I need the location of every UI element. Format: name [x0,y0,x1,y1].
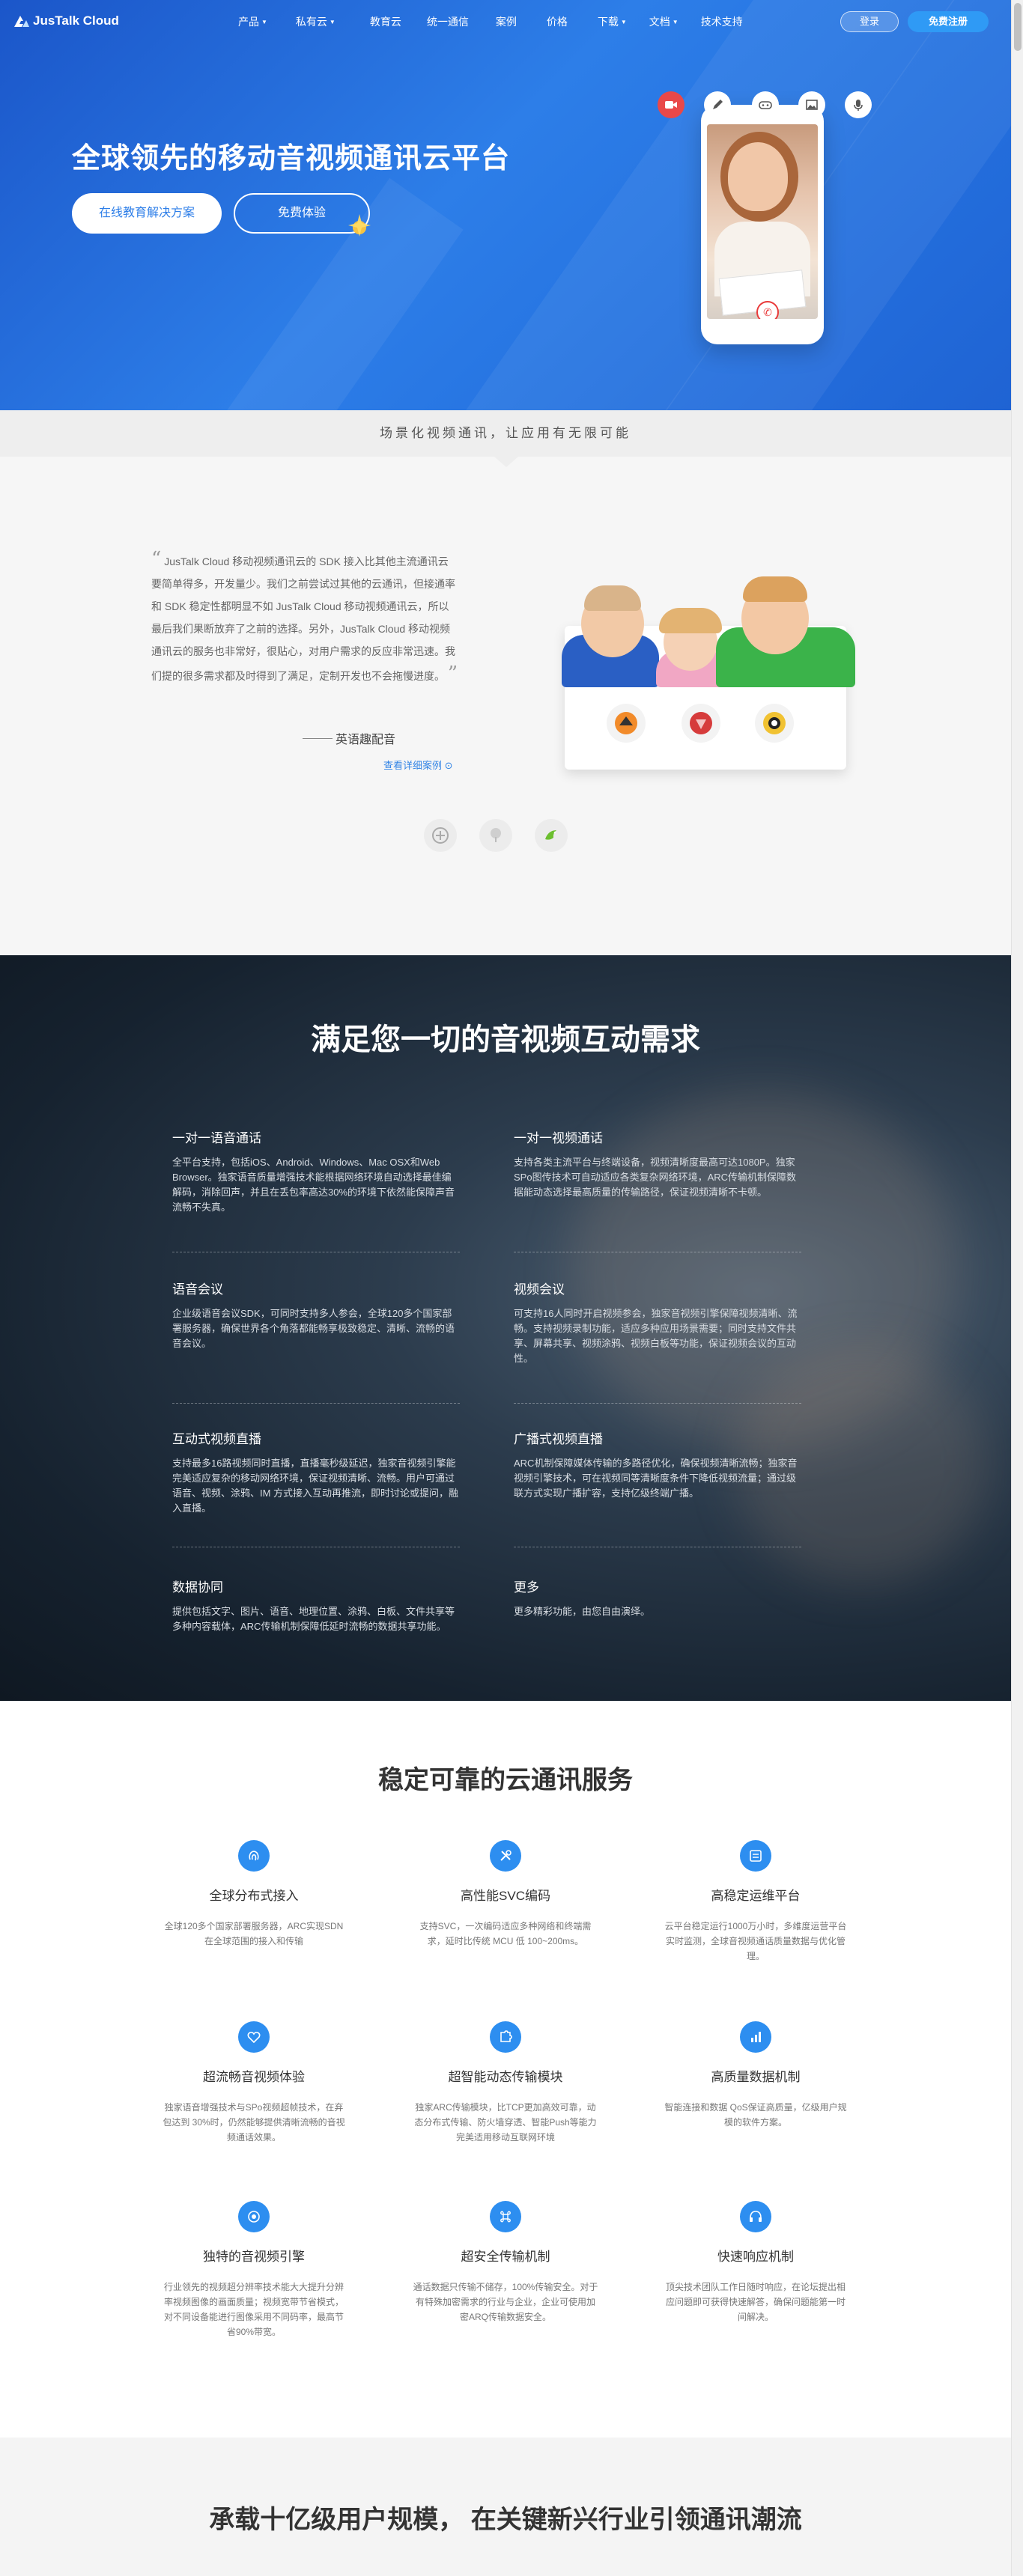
nav-item-cases[interactable]: 案例 [496,14,517,29]
client-logo-1[interactable] [424,819,457,852]
tree-icon [491,828,501,842]
video-call-preview: ✆ [707,124,818,319]
video-icon[interactable] [658,91,684,118]
testimonial-quote: “ JusTalk Cloud 移动视频通讯云的 SDK 接入比其他主流通讯云要… [151,548,458,687]
service-global-access: 全球分布式接入 全球120多个国家部署服务器，ARC实现SDN在全球范围的接入和传… [160,1840,347,1949]
service-fast-response: 快速响应机制 顶尖技术团队工作日随时响应，在论坛提出相应问题即可获得快速解答，确保… [662,2201,849,2324]
caret-down-icon: ▼ [620,18,627,25]
quote-close-icon: ” [447,663,458,685]
fingerprint-icon [238,1840,270,1872]
divider [514,1403,801,1404]
logo-text: JusTalk Cloud [33,13,119,28]
logo-icon [14,16,29,27]
nav-item-support[interactable]: 技术支持 [701,14,743,29]
logo[interactable]: JusTalk Cloud [13,13,119,28]
plus-circle-icon [432,827,449,844]
tagline-bar: 场景化视频通讯，让应用有无限可能 [0,410,1011,457]
dashboard-icon [740,1840,771,1872]
nav-item-docs[interactable]: 文档 ▼ [649,14,679,29]
nav-item-private-cloud[interactable]: 私有云 ▼ [296,14,336,29]
target-icon [238,2201,270,2232]
nav-item-pricing[interactable]: 价格 [547,14,568,29]
nav-menu: 产品 ▼ 私有云 ▼ 教育云 统一通信 案例 价格 下载 ▼ 文档 ▼ 技术支持 [238,0,743,43]
service-ops-platform: 高稳定运维平台 云平台稳定运行1000万小时，多维度运营平台实时监测，全球音视频通… [662,1840,849,1964]
scale-title: 承载十亿级用户规模， 在关键新兴行业引领通讯潮流 [209,2506,802,2534]
client-logo-2[interactable] [479,819,512,852]
hero-banner: JusTalk Cloud 产品 ▼ 私有云 ▼ 教育云 统一通信 案例 价格 下载… [0,0,1011,410]
caret-down-icon: ▼ [261,18,267,25]
puzzle-icon [490,2021,521,2053]
services-title: 稳定可靠的云通讯服务 [378,1766,633,1794]
features-section: 满足您一切的音视频互动需求 一对一语音通话 全平台支持，包括iOS、Android… [0,955,1011,1701]
education-solution-button[interactable]: 在线教育解决方案 [72,193,222,234]
top-nav: JusTalk Cloud 产品 ▼ 私有云 ▼ 教育云 统一通信 案例 价格 下载… [0,0,1011,43]
register-button[interactable]: 免费注册 [908,11,989,32]
author-divider [303,738,333,739]
feature-data-collaboration: 数据协同 提供包括文字、图片、语音、地理位置、涂鸦、白板、文件共享等多种内容载体，… [172,1580,455,1632]
sparkle-icon [348,214,371,237]
badge-icon [607,704,646,743]
bird-icon [545,830,556,840]
image-icon[interactable] [798,91,825,118]
badge-icon [755,704,794,743]
feature-voice-call: 一对一语音通话 全平台支持，包括iOS、Android、Windows、Mac O… [172,1131,455,1213]
service-svc-codec: 高性能SVC编码 支持SVC，一次编码适应多种网络和终端需求，延时比传统 MCU … [412,1840,599,1949]
feature-broadcast-live: 广播式视频直播 ARC机制保障媒体传输的多路径优化，确保视频清晰流畅；独家音视频引… [514,1432,798,1499]
divider [172,1403,460,1404]
testimonial-text: JusTalk Cloud 移动视频通讯云的 SDK 接入比其他主流通讯云要简单… [151,555,455,682]
nav-item-download[interactable]: 下载 ▼ [598,14,627,29]
nav-item-products[interactable]: 产品 ▼ [238,14,267,29]
pen-icon[interactable] [704,91,731,118]
heart-icon [238,2021,270,2053]
client-logo-3[interactable] [535,819,568,852]
feature-video-call: 一对一视频通话 支持各类主流平台与终端设备，视频清晰度最高可达1080P。独家SP… [514,1131,797,1198]
testimonial-section: “ JusTalk Cloud 移动视频通讯云的 SDK 接入比其他主流通讯云要… [0,457,1011,955]
caret-down-icon: ▼ [672,18,679,25]
arrow-right-icon: ⊙ [444,760,453,771]
gamepad-icon[interactable] [752,91,779,118]
hangup-icon[interactable]: ✆ [756,301,779,319]
caret-down-icon: ▼ [329,18,336,25]
feature-voice-conference: 语音会议 企业级语音会议SDK，可同时支持多人参会，全球120多个国家部署服务器，… [172,1282,455,1349]
nav-item-education-cloud[interactable]: 教育云 [370,14,401,29]
command-icon [490,2201,521,2232]
badge-icon [682,704,720,743]
service-data-quality: 高质量数据机制 智能连接和数据 QoS保证高质量，亿级用户规模的软件方案。 [662,2021,849,2130]
view-case-link[interactable]: 查看详细案例 ⊙ [383,758,453,772]
testimonial-author: 英语趣配音 [336,734,396,746]
service-secure-transport: 超安全传输机制 通话数据只传输不储存，100%传输安全。对于有特殊加密需求的行业与… [412,2201,599,2324]
tagline-pointer [494,457,518,467]
nav-item-unified-communication[interactable]: 统一通信 [427,14,469,29]
feature-more: 更多 更多精彩功能，由您自由演绎。 [514,1580,651,1617]
mic-icon[interactable] [845,91,872,118]
feature-interactive-live: 互动式视频直播 支持最多16路视频同时直播，直播毫秒级延迟，独家音视频引擎能完美适… [172,1432,459,1514]
service-media-engine: 独特的音视频引擎 行业领先的视频超分辨率技术能大大提升分辨率视频图像的画面质量；视… [160,2201,347,2339]
login-button[interactable]: 登录 [840,11,899,32]
phone-mockup: ✆ [701,105,824,344]
feature-video-conference: 视频会议 可支持16人同时开启视频参会，独家音视频引擎保障视频清晰、流畅。支持视频… [514,1282,798,1364]
scrollbar[interactable] [1011,0,1023,2576]
bar-chart-icon [740,2021,771,2053]
headset-icon [740,2201,771,2232]
tools-icon [490,1840,521,1872]
quote-open-icon: “ [151,548,162,570]
hero-title: 全球领先的移动音视频通讯云平台 [72,143,511,174]
features-title: 满足您一切的音视频互动需求 [311,1023,700,1056]
service-smart-transport: 超智能动态传输模块 独家ARC传输模块，比TCP更加高效可靠，动态分布式传输、防火… [412,2021,599,2145]
scrollbar-thumb[interactable] [1014,3,1022,51]
service-smooth-experience: 超流畅音视频体验 独家语音增强技术与SPo视频超帧技术，在弃包达到 30%时，仍然… [160,2021,347,2145]
